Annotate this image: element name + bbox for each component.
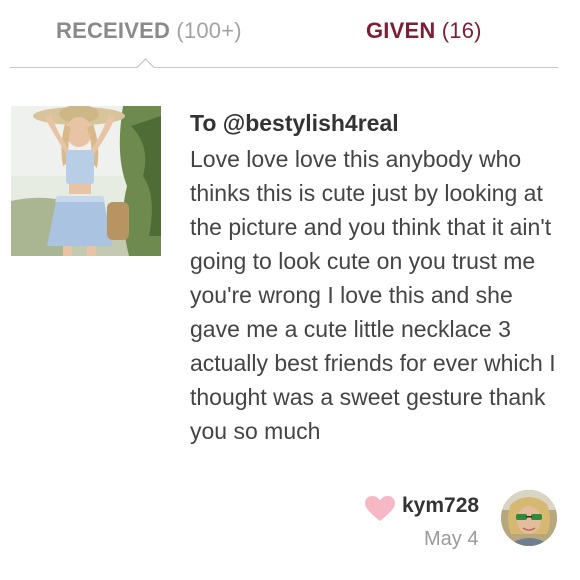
- tab-given[interactable]: GIVEN (16): [366, 18, 482, 44]
- reviewer-username[interactable]: kym728: [402, 494, 479, 518]
- active-tab-indicator: [136, 58, 155, 77]
- listing-image[interactable]: [11, 106, 161, 256]
- review-recipient[interactable]: To @bestylish4real: [190, 110, 399, 137]
- tab-received-label: RECEIVED: [56, 18, 171, 43]
- tab-received-count: (100+): [176, 18, 242, 43]
- reviewer-row: kym728 May 4: [360, 490, 560, 550]
- tab-given-label: GIVEN: [366, 18, 436, 43]
- heart-icon[interactable]: [365, 496, 395, 522]
- reviewer-avatar[interactable]: [501, 490, 557, 546]
- listing-photo: [11, 106, 161, 256]
- love-notes-page: RECEIVED (100+) GIVEN (16) To @bestylish…: [0, 0, 580, 580]
- review-text: Love love love this anybody who thinks t…: [190, 146, 556, 444]
- tab-divider: [10, 67, 558, 68]
- avatar-photo: [501, 490, 557, 546]
- tab-given-count: (16): [441, 18, 482, 43]
- review-date: May 4: [424, 528, 479, 550]
- review-card: To @bestylish4real Love love love this a…: [0, 100, 580, 560]
- tab-bar: RECEIVED (100+) GIVEN (16): [0, 0, 580, 77]
- tab-received[interactable]: RECEIVED (100+): [56, 18, 242, 44]
